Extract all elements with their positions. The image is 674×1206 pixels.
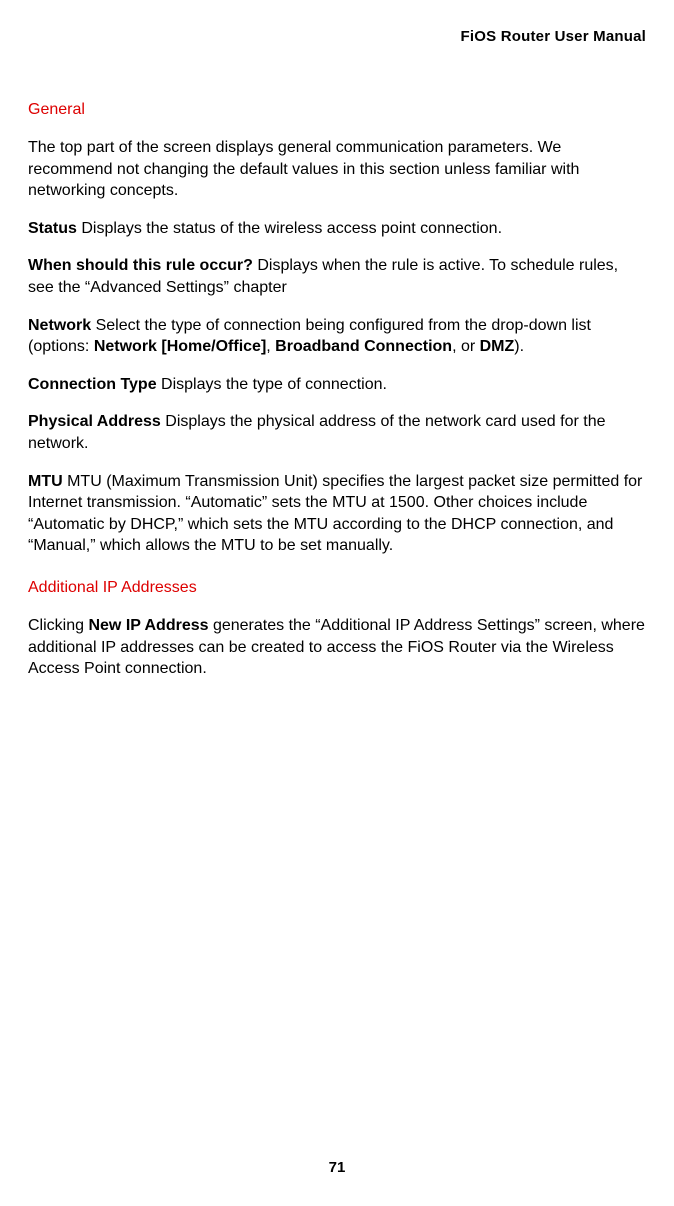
- intro-paragraph: The top part of the screen displays gene…: [28, 137, 646, 202]
- network-bold-3: DMZ: [480, 338, 515, 355]
- physaddr-label: Physical Address: [28, 413, 161, 430]
- mtu-text: MTU (Maximum Transmission Unit) specifie…: [28, 473, 642, 555]
- addip-bold-1: New IP Address: [88, 617, 208, 634]
- page-content: FiOS Router User Manual General The top …: [0, 0, 674, 680]
- conntype-label: Connection Type: [28, 376, 157, 393]
- network-bold-1: Network [Home/Office]: [94, 338, 266, 355]
- section-heading-general: General: [28, 101, 646, 119]
- conntype-text: Displays the type of connection.: [157, 376, 387, 393]
- network-paragraph: Network Select the type of connection be…: [28, 315, 646, 358]
- network-text-3: , or: [452, 338, 480, 355]
- addip-text-1: Clicking: [28, 617, 88, 634]
- document-header: FiOS Router User Manual: [28, 28, 646, 45]
- mtu-paragraph: MTU MTU (Maximum Transmission Unit) spec…: [28, 471, 646, 557]
- status-text: Displays the status of the wireless acce…: [77, 220, 502, 237]
- network-text-2: ,: [266, 338, 275, 355]
- additional-ip-paragraph: Clicking New IP Address generates the “A…: [28, 615, 646, 680]
- mtu-label: MTU: [28, 473, 63, 490]
- when-paragraph: When should this rule occur? Displays wh…: [28, 255, 646, 298]
- status-paragraph: Status Displays the status of the wirele…: [28, 218, 646, 240]
- conntype-paragraph: Connection Type Displays the type of con…: [28, 374, 646, 396]
- page-number: 71: [0, 1159, 674, 1176]
- section-heading-additional-ip: Additional IP Addresses: [28, 579, 646, 597]
- when-label: When should this rule occur?: [28, 257, 253, 274]
- network-label: Network: [28, 317, 91, 334]
- network-text-4: ).: [514, 338, 524, 355]
- network-bold-2: Broadband Connection: [275, 338, 452, 355]
- status-label: Status: [28, 220, 77, 237]
- physaddr-paragraph: Physical Address Displays the physical a…: [28, 411, 646, 454]
